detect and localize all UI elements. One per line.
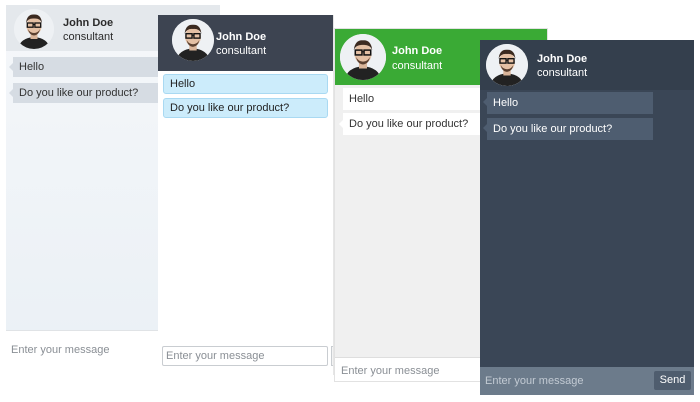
message-input-placeholder[interactable]: Enter your message	[485, 375, 583, 388]
chat-widget-blue: John Doe consultant Hello Do you like ou…	[158, 15, 334, 375]
message-input-placeholder[interactable]: Enter your message	[166, 350, 264, 363]
message-input-placeholder[interactable]: Enter your message	[11, 344, 109, 357]
message-input[interactable]: Enter your message	[162, 346, 328, 366]
chat-header: John Doe consultant	[158, 15, 333, 71]
consultant-role: consultant	[392, 60, 443, 72]
consultant-name: John Doe	[537, 53, 588, 65]
consultant-avatar-icon	[14, 9, 54, 49]
message-bubble: Hello	[487, 92, 653, 114]
message-bubble: Do you like our product?	[13, 83, 163, 103]
message-bubble: Hello	[163, 74, 328, 94]
consultant-role: consultant	[216, 45, 267, 57]
message-bubble: Do you like our product?	[163, 98, 328, 118]
consultant-role: consultant	[63, 31, 114, 43]
message-bubble: Do you like our product?	[487, 118, 653, 140]
consultant-name: John Doe	[216, 31, 267, 43]
consultant-avatar-icon	[340, 34, 386, 80]
send-button[interactable]: Send	[654, 371, 691, 390]
chat-widget-dark: John Doe consultant Hello Do you like ou…	[480, 40, 694, 395]
consultant-name: John Doe	[392, 45, 443, 57]
consultant-avatar-icon	[486, 44, 528, 86]
message-input-area[interactable]: Enter your message Send	[480, 367, 694, 395]
message-bubble: Hello	[13, 57, 163, 77]
chat-header: John Doe consultant	[480, 40, 694, 90]
consultant-name: John Doe	[63, 17, 114, 29]
message-input-placeholder[interactable]: Enter your message	[341, 365, 439, 378]
consultant-role: consultant	[537, 67, 588, 79]
consultant-avatar-icon	[172, 19, 214, 61]
